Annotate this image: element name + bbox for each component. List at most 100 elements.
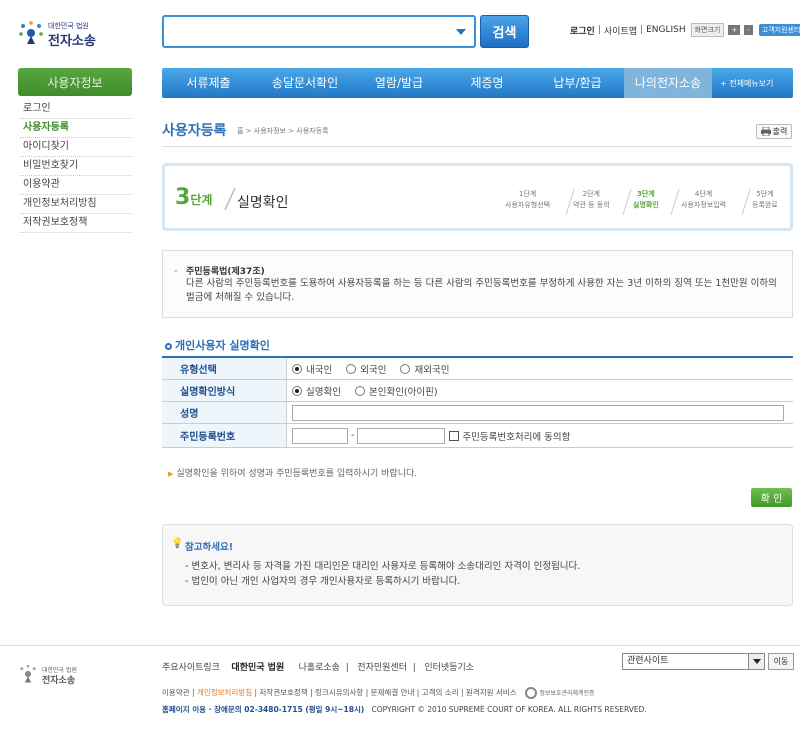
nav-item-certificate[interactable]: 제증명	[443, 68, 531, 98]
rrn-front-field[interactable]	[292, 427, 348, 444]
step-1: 1단계 사용자유형선택	[505, 190, 551, 209]
footer-link-voice[interactable]: 고객의 소리	[422, 688, 459, 697]
english-link[interactable]: ENGLISH	[646, 25, 686, 35]
rrn-dash: -	[351, 430, 355, 441]
move-button[interactable]: 이동	[768, 653, 794, 670]
radio-icon[interactable]	[346, 363, 357, 374]
notice-title: 주민등록법(제37조)	[186, 267, 265, 277]
footer-link-troubleshoot[interactable]: 문제해결 안내	[371, 688, 415, 697]
footer-link-terms[interactable]: 이용약관	[162, 688, 190, 697]
nav-item-my-ecourt[interactable]: 나의전자소송	[624, 68, 712, 98]
step-4: 4단계 사용자정보입력	[681, 190, 727, 209]
court-emblem-icon	[20, 664, 36, 683]
note-body: - 변호사, 변리사 등 자격을 가진 대리인은 대리인 사용자로 등록해야 소…	[185, 559, 580, 589]
step-2: 2단계 약관 등 동의	[573, 190, 610, 209]
all-menu-button[interactable]: + 전체메뉴보기	[720, 78, 773, 89]
lightbulb-icon: 💡	[171, 538, 184, 549]
divider	[162, 146, 793, 147]
sidebar-item-login[interactable]: 로그인	[20, 100, 132, 119]
footer-link-self-litigation[interactable]: 나홀로소송	[299, 663, 340, 673]
sidebar-item-copyright[interactable]: 저작권보호정책	[20, 214, 132, 233]
chevron-down-icon[interactable]	[456, 29, 466, 35]
step-number: 3	[175, 185, 191, 210]
section-title: 개인사용자 실명확인	[165, 337, 270, 353]
step-5: 5단계 등록완료	[752, 190, 778, 209]
verification-form: 유형선택 내국인 외국인 재외국민 실명확인방식 실명확인 본인확인(아이핀) …	[162, 356, 793, 448]
sidebar-item-privacy[interactable]: 개인정보처리방침	[20, 195, 132, 214]
search-input[interactable]	[162, 15, 476, 48]
radio-real-name[interactable]: 실명확인	[292, 384, 341, 398]
sidebar-item-terms[interactable]: 이용약관	[20, 176, 132, 195]
step-3: 3단계 실명확인	[633, 190, 659, 209]
login-link[interactable]: 로그인	[570, 24, 595, 37]
name-field[interactable]	[292, 404, 784, 421]
bullet-icon	[165, 342, 172, 350]
name-label: 성명	[162, 402, 287, 423]
rrn-back-field[interactable]	[357, 427, 446, 444]
step-separator	[670, 188, 680, 216]
sidebar-item-find-id[interactable]: 아이디찾기	[20, 138, 132, 157]
step-suffix: 단계	[190, 193, 213, 207]
radio-overseas-korean[interactable]: 재외국민	[400, 362, 449, 376]
agree-checkbox[interactable]	[449, 430, 460, 441]
current-step-title: 실명확인	[237, 195, 289, 211]
form-row-rrn: 주민등록번호 - 주민등록번호처리에 동의함	[162, 424, 793, 448]
step-separator	[622, 188, 632, 216]
sitemap-link[interactable]: 사이트맵	[604, 24, 637, 37]
radio-icon[interactable]	[292, 385, 302, 396]
footer-link-privacy[interactable]: 개인정보처리방침	[197, 688, 252, 697]
radio-icon[interactable]	[354, 385, 365, 396]
page-title: 사용자등록	[162, 123, 227, 139]
sidebar-item-find-password[interactable]: 비밀번호찾기	[20, 157, 132, 176]
print-label: 출력	[772, 127, 788, 136]
triangle-icon: ▶	[168, 470, 174, 478]
note-title: 참고하세요!	[185, 542, 234, 553]
main-nav: 서류제출 송달문서확인 열람/발급 제증명 납부/환급 나의전자소송 + 전체메…	[162, 68, 793, 98]
nav-item-payment[interactable]: 납부/환급	[531, 68, 624, 98]
site-links-label: 주요사이트링크	[162, 663, 220, 673]
nav-item-delivery[interactable]: 송달문서확인	[255, 68, 355, 98]
confirm-button[interactable]: 확 인	[751, 488, 792, 507]
form-hint: ▶ 실명확인을 위하여 성명과 주민등록번호를 입력하시기 바랍니다.	[168, 469, 418, 479]
radio-icon[interactable]	[400, 363, 411, 374]
copyright-text: COPYRIGHT © 2010 SUPREME COURT OF KOREA.…	[371, 705, 647, 714]
nav-item-submit[interactable]: 서류제출	[162, 68, 255, 98]
radio-ipin[interactable]: 본인확인(아이핀)	[354, 384, 438, 398]
chevron-down-icon[interactable]	[748, 654, 764, 669]
footer-link-notice[interactable]: 링크시유의사항	[315, 688, 363, 697]
footer-link-court[interactable]: 대한민국 법원	[231, 663, 284, 673]
footer-link-civil-center[interactable]: 전자민원센터	[357, 663, 407, 673]
court-logo[interactable]: 대한민국 법원 전자소송	[18, 18, 128, 49]
footer-link-remote[interactable]: 원격지원 서비스	[466, 688, 517, 697]
related-sites-select[interactable]: 관련사이트	[622, 653, 765, 670]
footer-link-registry[interactable]: 인터넷등기소	[424, 663, 474, 673]
cert-icon	[524, 687, 537, 699]
cert-label: 정보보호관리체계인증	[539, 690, 595, 697]
radio-domestic[interactable]: 내국인	[292, 362, 332, 376]
footer-link-copyright[interactable]: 저작권보호정책	[259, 688, 307, 697]
footer-site-links: 주요사이트링크 대한민국 법원 나홀로소송 | 전자민원센터 | 인터넷등기소	[162, 663, 475, 673]
radio-icon[interactable]	[292, 363, 302, 374]
footer-logo: 대한민국 법원 전자소송	[18, 664, 108, 688]
footer-divider	[0, 645, 800, 646]
current-step-number: 3단계	[175, 185, 212, 210]
printer-icon	[760, 127, 771, 136]
section-title-text: 개인사용자 실명확인	[175, 339, 270, 352]
footer-bottom-links: 이용약관 | 개인정보처리방침 | 저작권보호정책 | 링크시유의사항 | 문제…	[162, 687, 595, 699]
customer-center-button[interactable]: 고객지원센터	[758, 24, 800, 36]
radio-foreigner[interactable]: 외국인	[346, 362, 386, 376]
chevron-down-icon: ⌄	[172, 265, 180, 275]
contact-info: 홈페이지 이용 · 장애문의 02-3480-1715 (평일 9시~18시)	[162, 705, 365, 714]
notice-body: 다른 사람의 주민등록번호를 도용하여 사용자등록을 하는 등 다른 사람의 주…	[186, 278, 777, 303]
breadcrumb: 홈 > 사용자정보 > 사용자등록	[237, 127, 329, 135]
footer-logo-title: 전자소송	[42, 676, 76, 686]
nav-item-view-issue[interactable]: 열람/발급	[355, 68, 443, 98]
zoom-out-button[interactable]: -	[744, 25, 753, 35]
search-button[interactable]: 검색	[480, 15, 529, 48]
zoom-in-button[interactable]: +	[728, 25, 741, 35]
form-row-name: 성명	[162, 402, 793, 424]
rrn-label: 주민등록번호	[162, 424, 287, 447]
print-button[interactable]: 출력	[756, 124, 792, 139]
sidebar-item-register[interactable]: 사용자등록	[20, 119, 132, 138]
note-line: - 변호사, 변리사 등 자격을 가진 대리인은 대리인 사용자로 등록해야 소…	[185, 561, 581, 572]
